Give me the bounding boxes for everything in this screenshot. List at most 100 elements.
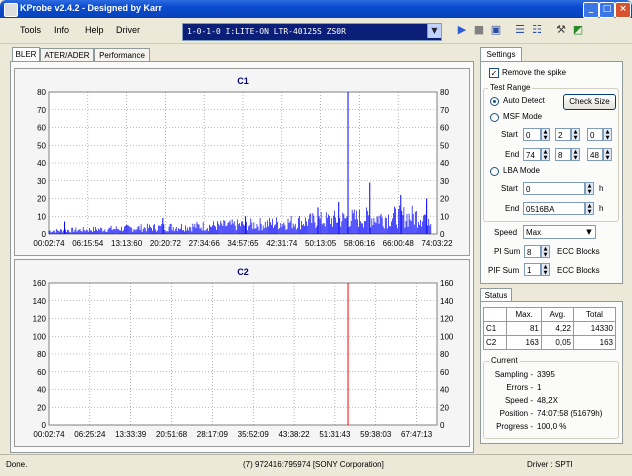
status-table: Max. Avg. Total C1 81 4,22 14330 C2 163 …	[482, 307, 616, 350]
status-bar: Done. (7) 972416:795974 [SONY Corporatio…	[0, 454, 632, 476]
menu-help[interactable]: Help	[85, 25, 104, 35]
y-tick-label-left: 100	[33, 332, 47, 341]
auto-detect-radio[interactable]	[490, 97, 499, 106]
msf-end-frame-field[interactable]: 48	[587, 148, 603, 161]
msf-end-sec-spin[interactable]: ▲ ▼	[571, 148, 580, 161]
pi-sum-field[interactable]: 8	[524, 245, 541, 258]
play-icon[interactable]: ▶	[455, 23, 469, 37]
tools-icon[interactable]: ⚒	[554, 23, 568, 37]
msf-start-frame-spin[interactable]: ▲ ▼	[603, 128, 612, 141]
status-bar-left: Done.	[6, 460, 28, 469]
speed-status-value: 48,2X	[537, 396, 558, 405]
errors-value: 1	[537, 383, 542, 392]
table-header: Total	[573, 307, 616, 322]
lba-end-unit: h	[599, 204, 604, 213]
auto-detect-label: Auto Detect	[503, 96, 545, 105]
speed-status-label: Speed -	[504, 396, 533, 405]
msf-end-sec-field[interactable]: 8	[555, 148, 571, 161]
y-tick-label-left: 50	[37, 141, 46, 150]
graph-icon[interactable]: ◩	[571, 23, 585, 37]
x-tick-label: 13:33:39	[115, 430, 147, 439]
maximize-button[interactable]: □	[599, 2, 615, 18]
status-bar-right: Driver : SPTI	[527, 460, 573, 469]
plot-area	[48, 282, 438, 426]
menu-tools[interactable]: Tools	[20, 25, 41, 35]
msf-mode-radio[interactable]	[490, 113, 499, 122]
table-cell: 163	[573, 335, 616, 350]
table-cell: C2	[482, 335, 508, 350]
progress-label: Progress -	[496, 422, 533, 431]
y-tick-label-left: 0	[42, 230, 47, 239]
msf-start-min-field[interactable]: 0	[523, 128, 541, 141]
x-tick-label: 66:00:48	[383, 239, 415, 248]
x-tick-label: 28:17:09	[197, 430, 229, 439]
chevron-down-icon[interactable]: ▼	[427, 24, 441, 38]
chart-title: C2	[237, 267, 249, 277]
chevron-down-icon[interactable]: ▼	[583, 226, 595, 238]
speed-label: Speed	[494, 228, 518, 237]
tab-bler[interactable]: BLER	[12, 47, 40, 62]
pi-sum-spin[interactable]: ▲ ▼	[541, 245, 550, 258]
x-tick-label: 06:15:54	[72, 239, 104, 248]
y-tick-label-right: 0	[440, 421, 445, 430]
y-tick-label-right: 60	[440, 124, 449, 133]
msf-mode-label: MSF Mode	[503, 112, 543, 121]
msf-end-min-spin[interactable]: ▲ ▼	[541, 148, 550, 161]
lba-end-spin[interactable]: ▲ ▼	[585, 202, 594, 215]
y-tick-label-right: 100	[440, 332, 454, 341]
msf-end-min-field[interactable]: 74	[523, 148, 541, 161]
table-row: C1 81 4,22 14330	[482, 321, 616, 336]
menu-info[interactable]: Info	[54, 25, 69, 35]
msf-start-sec-field[interactable]: 2	[555, 128, 571, 141]
lba-start-unit: h	[599, 184, 604, 193]
msf-start-label: Start	[501, 130, 518, 139]
msf-start-min-spin[interactable]: ▲ ▼	[541, 128, 550, 141]
view-icon[interactable]: ☰	[513, 23, 527, 37]
view-icon[interactable]: ☷	[530, 23, 544, 37]
tab-performance[interactable]: Performance	[94, 48, 150, 62]
remove-spike-checkbox[interactable]: ✓	[489, 68, 499, 78]
tab-ater-ader[interactable]: ATER/ADER	[40, 48, 94, 62]
y-tick-label-left: 80	[37, 88, 46, 97]
x-tick-label: 00:02:74	[33, 430, 65, 439]
tab-settings[interactable]: Settings	[480, 47, 522, 62]
y-tick-label-right: 120	[440, 315, 454, 324]
close-button[interactable]: ×	[615, 2, 631, 18]
msf-start-frame-field[interactable]: 0	[587, 128, 603, 141]
y-tick-label-left: 20	[37, 403, 46, 412]
drive-select[interactable]: 1-0-1-0 I:LITE-ON LTR-40125S ZS0R	[182, 23, 442, 41]
y-tick-label-left: 30	[37, 177, 46, 186]
y-tick-label-left: 140	[33, 297, 47, 306]
menu-driver[interactable]: Driver	[116, 25, 140, 35]
minimize-button[interactable]: _	[583, 2, 599, 18]
lba-end-field[interactable]: 0516BA	[523, 202, 585, 215]
msf-start-sec-spin[interactable]: ▲ ▼	[571, 128, 580, 141]
y-tick-label-left: 80	[37, 350, 46, 359]
table-header: Max.	[506, 307, 542, 322]
window-title: KProbe v2.4.2 - Designed by Karr	[20, 3, 163, 13]
y-tick-label-right: 160	[440, 279, 454, 288]
status-bar-middle: (7) 972416:795974 [SONY Corporation]	[243, 460, 384, 469]
lba-start-spin[interactable]: ▲ ▼	[585, 182, 594, 195]
y-tick-label-right: 70	[440, 106, 449, 115]
pif-sum-field[interactable]: 1	[524, 263, 541, 276]
msf-end-frame-spin[interactable]: ▲ ▼	[603, 148, 612, 161]
y-tick-label-left: 40	[37, 159, 46, 168]
pif-sum-spin[interactable]: ▲ ▼	[541, 263, 550, 276]
sampling-label: Sampling -	[494, 370, 533, 379]
y-tick-label-left: 120	[33, 315, 47, 324]
x-tick-label: 59:38:03	[360, 430, 392, 439]
table-header-row: Max. Avg. Total	[482, 307, 616, 322]
lba-mode-radio[interactable]	[490, 167, 499, 176]
remove-spike-label: Remove the spike	[502, 68, 567, 77]
stop-icon[interactable]: ■	[472, 23, 486, 37]
drive-select-value: 1-0-1-0 I:LITE-ON LTR-40125S ZS0R	[187, 27, 346, 36]
lba-start-field[interactable]: 0	[523, 182, 585, 195]
y-tick-label-right: 80	[440, 88, 449, 97]
x-tick-label: 20:51:68	[156, 430, 188, 439]
msf-end-label: End	[505, 150, 520, 159]
y-tick-label-right: 30	[440, 177, 449, 186]
save-icon[interactable]: ▣	[489, 23, 503, 37]
table-cell: 14330	[573, 321, 616, 336]
check-size-button[interactable]: Check Size	[563, 94, 616, 110]
